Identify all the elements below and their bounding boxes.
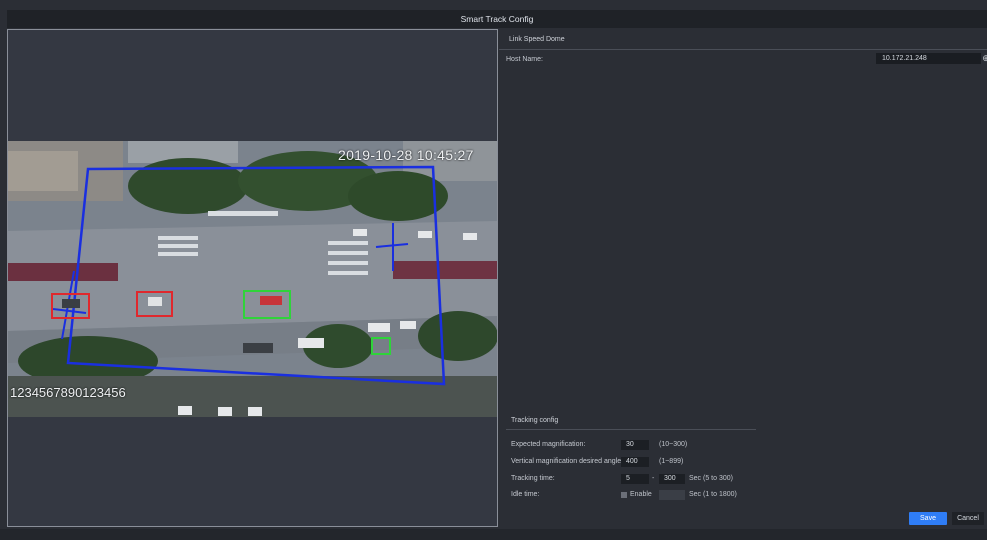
tracking-config-title: Tracking config: [511, 417, 559, 424]
vertical-angle-input[interactable]: 400: [621, 457, 649, 467]
expected-magnification-range: (10~300): [659, 441, 688, 448]
idle-time-enable-checkbox[interactable]: [621, 492, 627, 498]
tracking-time-label: Tracking time:: [511, 475, 555, 482]
host-name-label: Host Name:: [506, 56, 543, 63]
osd-timestamp: 2019-10-28 10:45:27: [338, 147, 474, 163]
tracking-time-separator: -: [652, 475, 655, 482]
expected-magnification-label: Expected magnification:: [511, 441, 586, 448]
expected-magnification-input[interactable]: 30: [621, 440, 649, 450]
divider: [499, 49, 987, 50]
camera-video-frame[interactable]: 2019-10-28 10:45:27 1234567890123456: [8, 141, 497, 417]
tracking-time-max-input[interactable]: 300: [659, 474, 685, 484]
idle-time-enable-label: Enable: [630, 491, 652, 498]
tracking-time-unit: Sec (5 to 300): [689, 475, 733, 482]
camera-scene: [8, 141, 497, 417]
idle-time-label: Idle time:: [511, 491, 540, 498]
idle-time-input[interactable]: [659, 490, 685, 500]
host-name-field[interactable]: 10.172.21.248: [876, 53, 981, 64]
dialog-title: Smart Track Config: [460, 14, 534, 24]
video-preview-panel[interactable]: 2019-10-28 10:45:27 1234567890123456: [7, 29, 498, 527]
add-host-icon[interactable]: ⊕: [981, 53, 987, 64]
save-button[interactable]: Save: [909, 512, 947, 525]
divider: [506, 429, 756, 430]
config-panel: Link Speed Dome Host Name: 10.172.21.248…: [499, 29, 987, 529]
osd-channel-label: 1234567890123456: [10, 385, 126, 400]
link-speed-dome-title: Link Speed Dome: [509, 36, 565, 43]
bottom-bar: [0, 529, 987, 540]
vertical-angle-range: (1~899): [659, 458, 684, 465]
dialog-title-bar: Smart Track Config: [7, 10, 987, 28]
cancel-button[interactable]: Cancel: [952, 512, 984, 525]
tracking-time-min-input[interactable]: 5: [621, 474, 649, 484]
idle-time-unit: Sec (1 to 1800): [689, 491, 737, 498]
vertical-angle-label: Vertical magnification desired angle: [511, 458, 622, 465]
